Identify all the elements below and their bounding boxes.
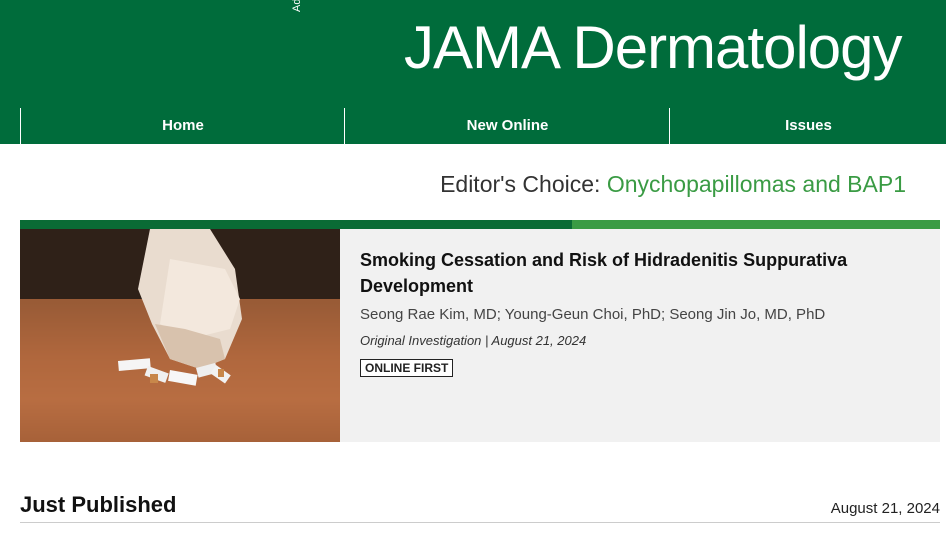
- main-nav: Home New Online Issues: [0, 108, 946, 144]
- featured-article-meta: Original Investigation | August 21, 2024: [360, 333, 587, 348]
- just-published-divider: [20, 522, 940, 523]
- editors-choice-label: Editor's Choice:: [440, 171, 607, 197]
- editors-choice-link[interactable]: Onychopapillomas and BAP1: [607, 171, 906, 197]
- featured-article-title[interactable]: Smoking Cessation and Risk of Hidradenit…: [360, 247, 900, 299]
- ad-label: Ad: [291, 0, 303, 12]
- divider-bar-dark: [20, 220, 572, 229]
- featured-article-card: Smoking Cessation and Risk of Hidradenit…: [20, 229, 940, 442]
- nav-issues[interactable]: Issues: [669, 108, 946, 144]
- just-published-date: August 21, 2024: [830, 500, 940, 517]
- divider-bar-light: [572, 220, 940, 229]
- featured-article-authors: Seong Rae Kim, MD; Young-Geun Choi, PhD;…: [360, 306, 826, 323]
- just-published-heading: Just Published: [20, 492, 177, 517]
- journal-title[interactable]: JAMA Dermatology: [404, 13, 903, 82]
- editors-choice: Editor's Choice: Onychopapillomas and BA…: [440, 171, 906, 198]
- nav-new-online[interactable]: New Online: [344, 108, 670, 144]
- featured-article-image[interactable]: [20, 229, 340, 442]
- nav-home[interactable]: Home: [20, 108, 345, 144]
- site-header: Ad JAMA Dermatology Home New Online Issu…: [0, 0, 946, 144]
- online-first-badge: ONLINE FIRST: [360, 359, 454, 377]
- cigarettes-fist-photo-icon: [20, 229, 340, 442]
